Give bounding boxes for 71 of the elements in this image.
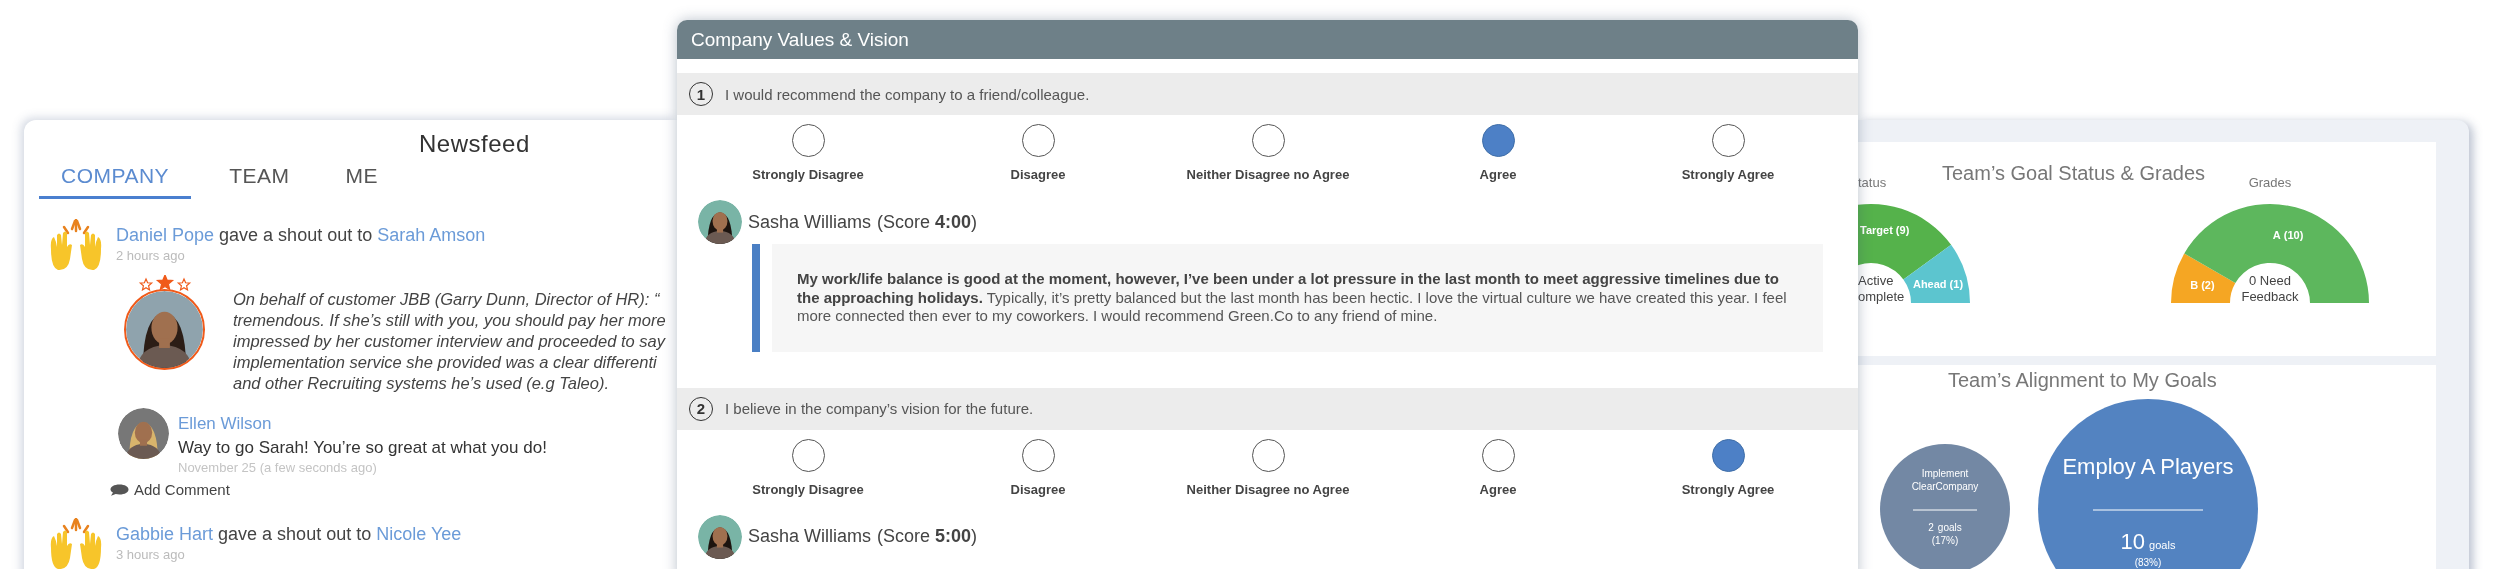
tab[interactable]: ME <box>327 162 396 199</box>
post-headline: Daniel Pope gave a shout out to Sarah Amson <box>116 225 486 246</box>
radio-button[interactable] <box>1251 438 1285 472</box>
gauge-center-text: 0 Need <box>2249 273 2291 288</box>
recipient-link[interactable]: Sarah Amson <box>377 225 486 245</box>
comment-author-link[interactable]: Ellen Wilson <box>178 408 272 434</box>
radio-button[interactable] <box>1481 124 1515 157</box>
segment-label: Ahead (1) <box>1912 278 1964 290</box>
radio-button[interactable] <box>791 438 825 472</box>
score-text: (Score 5:00) <box>877 526 978 547</box>
tab[interactable]: TEAM <box>211 162 308 199</box>
option-label: Disagree <box>1010 481 1066 497</box>
quote-text: and other Recruiting systems he’s used (e.g Taleo). <box>233 373 610 394</box>
author-link[interactable]: Daniel Pope <box>116 225 215 245</box>
score-text: (Score 4:00) <box>877 211 978 233</box>
goal-count: 10 goals <box>2120 529 2176 554</box>
comment-time: November 25 (a few seconds ago) <box>178 460 378 475</box>
option-label: Strongly Disagree <box>752 481 864 497</box>
segment-label: Target (9) <box>1860 224 1910 236</box>
add-comment-link[interactable]: Add Comment <box>110 481 230 498</box>
quote-text: implementation service she provided was a clear differenti <box>233 352 657 373</box>
tab[interactable]: COMPANY <box>39 162 192 199</box>
chart-title: Grades <box>2248 175 2292 190</box>
goal-count: 2 goals <box>1928 522 1962 533</box>
panel-title: Team’s Alignment to My Goals <box>1948 368 2217 392</box>
option-label: Disagree <box>1010 167 1066 182</box>
radio-button[interactable] <box>1711 438 1745 472</box>
respondent-name: Sasha Williams <box>748 211 872 233</box>
data-label: A (10) <box>2272 229 2304 242</box>
author-link[interactable]: Gabbie Hart <box>116 524 214 544</box>
radio-button[interactable] <box>1021 438 1055 472</box>
comment-text: Way to go Sarah! You’re so great at what you do! <box>178 438 547 458</box>
post-headline: Gabbie Hart gave a shout out to Nicole Yee <box>116 524 462 545</box>
panel-title: Team’s Goal Status & Grades <box>1942 161 2206 185</box>
raised-hands-icon <box>48 518 104 569</box>
raised-hands-icon <box>48 219 104 271</box>
radio-button[interactable] <box>1481 438 1515 472</box>
answer-text: My work/life balance is good at the moment, however, I’ve been under a lot pressure in the last month to meet aggressive timelines due to the approaching holidays. Typically, it’s pretty balanced but the last month has been hectic. I love the virtual culture we have created this year. I feel more connected then ever to my coworkers. I would recommend Green.Co to any friend of mine. <box>772 244 1823 352</box>
radio-button[interactable] <box>791 124 825 157</box>
gauge-center-text: omplete <box>1858 289 1905 304</box>
radio-button[interactable] <box>1021 124 1055 157</box>
quote-text: tremendous. If she’s still with you, you should pay her more <box>233 310 666 331</box>
option-label: Strongly Disagree <box>752 167 864 182</box>
post-time: 2 hours ago <box>116 248 186 263</box>
gauge-center-text: Active <box>1858 273 1894 288</box>
option-label: Neither Disagree no Agree <box>1186 481 1350 497</box>
recipient-link[interactable]: Nicole Yee <box>376 524 462 544</box>
option-label: Agree <box>1479 481 1517 497</box>
data-label: B (2) <box>2190 278 2215 291</box>
option-label: Strongly Agree <box>1681 481 1775 497</box>
question-text: I would recommend the company to a friend/colleague. <box>725 85 1090 103</box>
bubble-title: ClearCompany <box>1911 481 1979 492</box>
quote-text: On behalf of customer JBB (Garry Dunn, Director of HR): “ <box>233 289 660 310</box>
bubble-title: Implement <box>1921 468 1969 479</box>
option-label: Neither Disagree no Agree <box>1186 167 1350 182</box>
gauge-center-text: Feedback <box>2241 289 2299 304</box>
goal-share: (17%) <box>1931 535 1959 546</box>
newsfeed-title: Newsfeed <box>419 130 530 158</box>
option-label: Strongly Agree <box>1681 167 1775 182</box>
quote-text: impressed by her customer interview and proceeded to say <box>233 331 665 352</box>
post-time: 3 hours ago <box>116 547 186 562</box>
radio-button[interactable] <box>1711 124 1745 157</box>
goal-share: (83%) <box>2134 557 2162 568</box>
survey-title-bar: Company Values & Vision <box>677 20 1858 59</box>
question-text: I believe in the company’s vision for the future. <box>725 400 1034 417</box>
option-label: Agree <box>1479 167 1517 182</box>
comment-icon <box>110 483 129 496</box>
chart-title: tatus <box>1858 175 1887 190</box>
respondent-name: Sasha Williams <box>748 526 872 547</box>
radio-button[interactable] <box>1251 124 1285 157</box>
bubble-title: Employ A Players <box>2062 454 2234 479</box>
